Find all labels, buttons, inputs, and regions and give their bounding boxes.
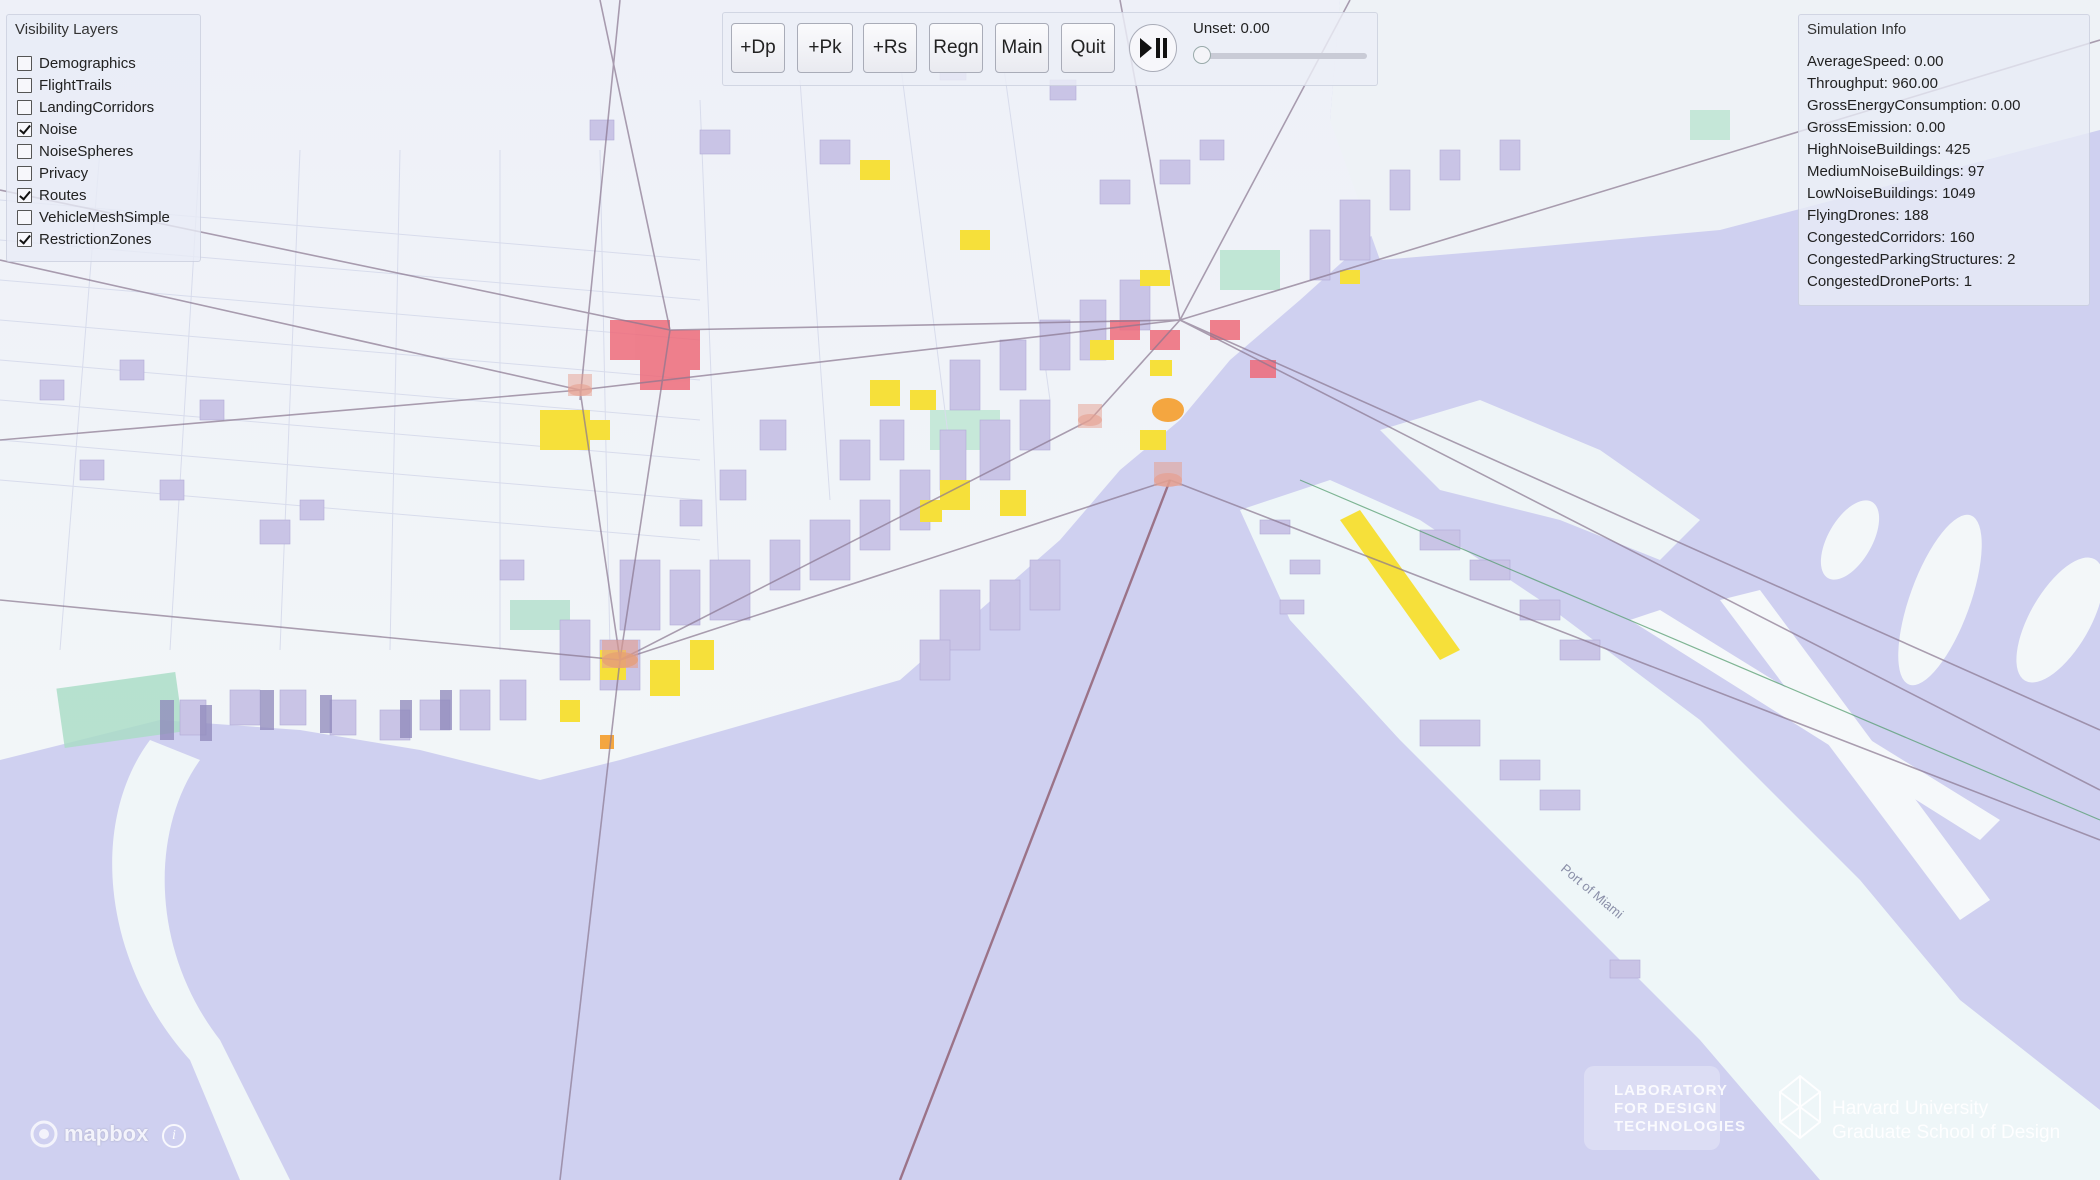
add-parking-button[interactable]: +Pk: [797, 23, 853, 73]
layer-label: FlightTrails: [39, 76, 112, 94]
park: [1220, 250, 1280, 290]
play-pause-icon: [1140, 38, 1167, 58]
checkbox-checked[interactable]: [17, 231, 32, 247]
info-gross-emission: GrossEmission: 0.00: [1807, 119, 1946, 136]
simulation-info-title: Simulation Info: [1807, 21, 1907, 38]
harvard-logo-line: Harvard University: [1832, 1098, 1989, 1119]
info-gross-energy: GrossEnergyConsumption: 0.00: [1807, 97, 2021, 114]
layer-toggle-noisespheres[interactable]: NoiseSpheres: [17, 141, 133, 161]
layer-label: Demographics: [39, 54, 136, 72]
layer-label: Noise: [39, 120, 78, 138]
ldt-logo-line: LABORATORY: [1614, 1082, 1728, 1099]
info-congested-corridors: CongestedCorridors: 160: [1807, 229, 1975, 246]
park: [1690, 110, 1730, 140]
ldt-logo: LABORATORY FOR DESIGN TECHNOLOGIES: [1584, 1066, 1745, 1150]
checkbox[interactable]: [17, 77, 32, 93]
region-button[interactable]: Regn: [929, 23, 983, 73]
info-flying-drones: FlyingDrones: 188: [1807, 207, 1929, 224]
layer-toggle-flighttrails[interactable]: FlightTrails: [17, 75, 112, 95]
sim-toolbar: +Dp +Pk +Rs Regn Main Quit Unset: 0.00: [722, 12, 1378, 86]
ldt-logo-line: TECHNOLOGIES: [1614, 1118, 1747, 1135]
info-congested-drone-ports: CongestedDronePorts: 1: [1807, 273, 1973, 290]
main-button[interactable]: Main: [995, 23, 1049, 73]
layer-toggle-routes[interactable]: Routes: [17, 185, 87, 205]
layer-toggle-vehiclemeshsimple[interactable]: VehicleMeshSimple: [17, 207, 170, 227]
attribution-info-icon[interactable]: i: [162, 1124, 186, 1148]
unset-value-label: Unset: 0.00: [1193, 20, 1270, 37]
add-drone-port-button[interactable]: +Dp: [731, 23, 785, 73]
play-pause-button[interactable]: [1129, 24, 1177, 72]
harvard-gsd-mark-icon: [1779, 1074, 1821, 1140]
mapbox-text: mapbox: [64, 1121, 149, 1146]
info-average-speed: AverageSpeed: 0.00: [1807, 53, 1944, 70]
layer-label: LandingCorridors: [39, 98, 155, 116]
checkbox[interactable]: [17, 143, 32, 159]
mapbox-logo[interactable]: mapbox: [30, 1120, 148, 1148]
layer-label: RestrictionZones: [39, 230, 152, 248]
quit-button[interactable]: Quit: [1061, 23, 1115, 73]
layer-label: Privacy: [39, 164, 89, 182]
visibility-layers-panel: Visibility Layers Demographics FlightTra…: [6, 14, 201, 262]
add-restriction-button[interactable]: +Rs: [863, 23, 917, 73]
layer-toggle-noise[interactable]: Noise: [17, 119, 77, 139]
layer-toggle-landingcorridors[interactable]: LandingCorridors: [17, 97, 154, 117]
info-medium-noise-buildings: MediumNoiseBuildings: 97: [1807, 163, 1985, 180]
checkbox-checked[interactable]: [17, 121, 32, 137]
info-high-noise-buildings: HighNoiseBuildings: 425: [1807, 141, 1971, 158]
layer-label: NoiseSpheres: [39, 142, 134, 160]
simulation-info-panel: Simulation Info AverageSpeed: 0.00 Throu…: [1798, 14, 2090, 306]
layer-toggle-restrictionzones[interactable]: RestrictionZones: [17, 229, 152, 249]
unset-slider-handle[interactable]: [1193, 46, 1211, 64]
info-congested-parking: CongestedParkingStructures: 2: [1807, 251, 2016, 268]
noise-medium-building: [1152, 398, 1184, 422]
checkbox[interactable]: [17, 55, 32, 71]
layer-label: Routes: [39, 186, 87, 204]
checkbox-checked[interactable]: [17, 187, 32, 203]
harvard-logo-line: Graduate School of Design: [1832, 1122, 2061, 1143]
checkbox[interactable]: [17, 99, 32, 115]
layer-toggle-demographics[interactable]: Demographics: [17, 53, 136, 73]
checkbox[interactable]: [17, 209, 32, 225]
city-map-view[interactable]: Port of Miami: [0, 0, 2100, 1180]
layer-label: VehicleMeshSimple: [39, 208, 170, 226]
visibility-layers-title: Visibility Layers: [15, 21, 119, 38]
mapbox-icon: [30, 1120, 58, 1148]
checkbox[interactable]: [17, 165, 32, 181]
layer-toggle-privacy[interactable]: Privacy: [17, 163, 88, 183]
unset-slider-track[interactable]: [1201, 53, 1367, 59]
ldt-logo-line: FOR DESIGN: [1614, 1100, 1718, 1117]
info-low-noise-buildings: LowNoiseBuildings: 1049: [1807, 185, 1976, 202]
info-throughput: Throughput: 960.00: [1807, 75, 1938, 92]
